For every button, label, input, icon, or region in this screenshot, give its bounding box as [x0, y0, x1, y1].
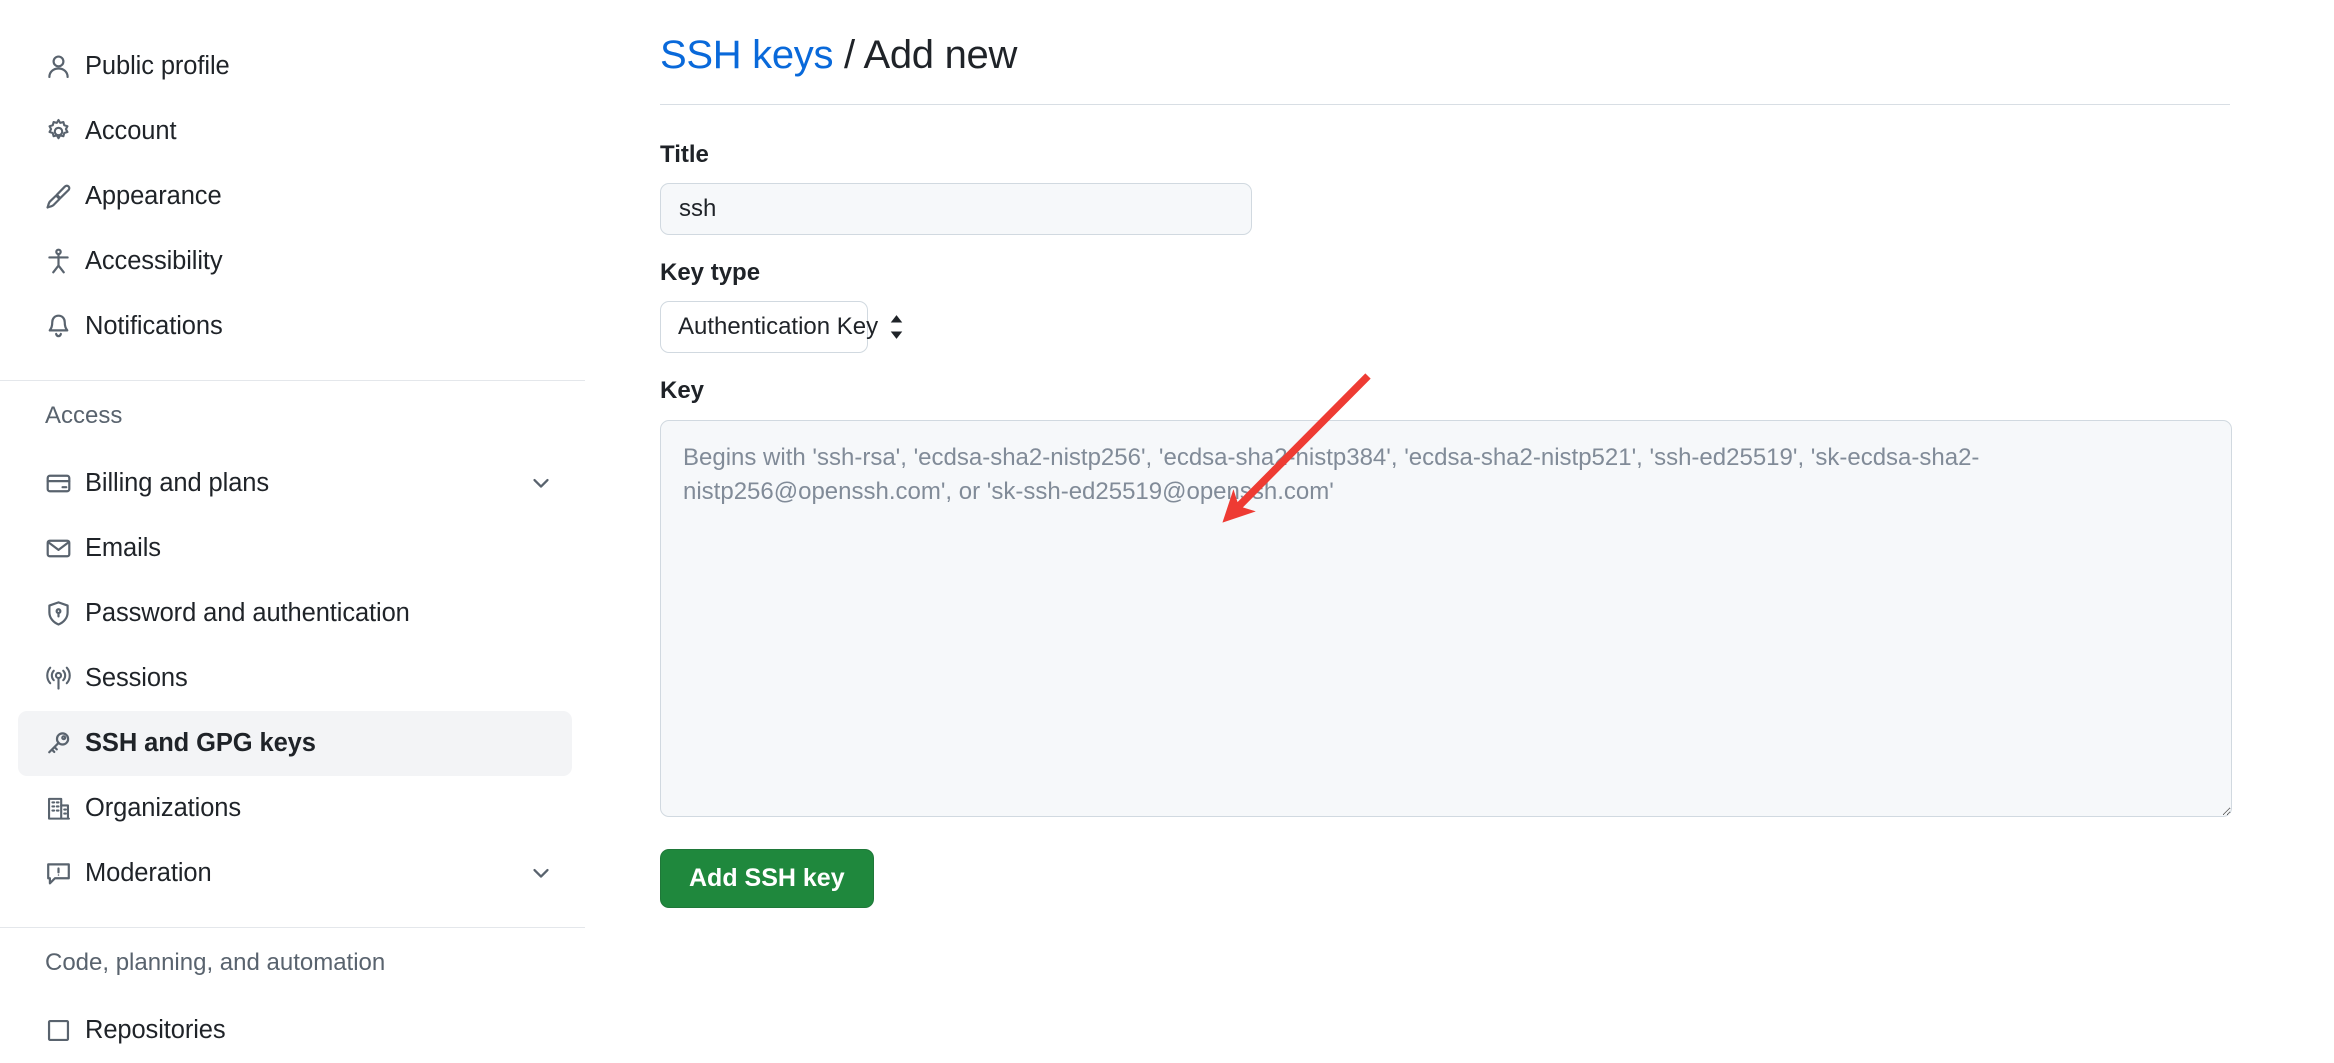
sidebar-divider-2 — [0, 926, 585, 928]
key-icon — [45, 730, 81, 757]
heading-divider — [660, 104, 2230, 105]
sidebar-item-label: Appearance — [85, 182, 222, 211]
sidebar-item-label: Moderation — [85, 859, 212, 887]
breadcrumb-ssh-keys-link[interactable]: SSH keys — [660, 33, 834, 77]
page-title: SSH keys / Add new — [660, 30, 2230, 104]
report-icon — [45, 860, 81, 887]
sidebar-item-label: Repositories — [85, 1015, 226, 1044]
submit-row: Add SSH key — [660, 848, 2230, 908]
sidebar-primary-group: Public profile Account Appearance Access… — [0, 34, 590, 359]
sidebar-access-group: Billing and plans Emails Password and au… — [0, 451, 590, 906]
settings-sidebar: Public profile Account Appearance Access… — [0, 0, 590, 1047]
key-type-field-block: Key type Authentication Key — [660, 257, 2230, 354]
key-type-field-label: Key type — [660, 259, 761, 287]
sidebar-item-public-profile[interactable]: Public profile — [18, 34, 572, 99]
sidebar-item-organizations[interactable]: Organizations — [18, 776, 572, 841]
title-field-label: Title — [660, 141, 709, 168]
key-field-block: Key — [660, 375, 2232, 817]
sidebar-item-label: Billing and plans — [85, 469, 270, 497]
sidebar-section-code-title: Code, planning, and automation — [45, 948, 386, 976]
sort-arrows-icon — [888, 314, 905, 340]
sidebar-divider-1 — [0, 380, 585, 381]
broadcast-icon — [45, 665, 81, 692]
key-type-select[interactable]: Authentication Key — [660, 301, 903, 354]
mail-icon — [45, 535, 81, 562]
sidebar-item-emails[interactable]: Emails — [18, 516, 572, 581]
sidebar-item-ssh-and-gpg-keys[interactable]: SSH and GPG keys — [18, 710, 572, 776]
sidebar-item-billing-and-plans[interactable]: Billing and plans — [18, 451, 572, 516]
organization-icon — [45, 795, 81, 822]
settings-page: Public profile Account Appearance Access… — [0, 0, 2334, 1047]
person-icon — [45, 53, 81, 80]
chevron-down-icon[interactable] — [528, 860, 554, 886]
sidebar-item-label: SSH and GPG keys — [85, 729, 316, 757]
sidebar-item-repositories[interactable]: Repositories — [18, 998, 572, 1063]
breadcrumb-current: Add new — [863, 33, 1018, 77]
sidebar-item-label: Sessions — [85, 664, 188, 692]
credit-card-icon — [45, 470, 81, 497]
add-ssh-key-button[interactable]: Add SSH key — [660, 848, 874, 908]
sidebar-item-sessions[interactable]: Sessions — [18, 646, 572, 711]
sidebar-item-account[interactable]: Account — [18, 99, 572, 164]
gear-icon — [45, 118, 81, 145]
bell-icon — [45, 313, 81, 340]
shield-lock-icon — [45, 600, 81, 627]
sidebar-item-label: Accessibility — [85, 247, 223, 276]
key-type-selected-value: Authentication Key — [678, 313, 879, 341]
title-field-block: Title — [660, 139, 2230, 236]
sidebar-item-moderation[interactable]: Moderation — [18, 841, 572, 906]
sidebar-code-group: Repositories — [0, 998, 590, 1063]
key-textarea[interactable] — [660, 419, 2232, 817]
sidebar-item-label: Password and authentication — [85, 599, 410, 627]
key-field-label: Key — [660, 377, 705, 405]
accessibility-icon — [45, 248, 81, 275]
sidebar-item-accessibility[interactable]: Accessibility — [18, 229, 572, 294]
sidebar-item-label: Public profile — [85, 52, 230, 81]
sidebar-item-label: Account — [85, 117, 177, 146]
main-content: SSH keys / Add new Title Key type Authen… — [590, 0, 2334, 1047]
title-input[interactable] — [660, 183, 1252, 236]
repo-icon — [45, 1017, 81, 1044]
chevron-down-icon[interactable] — [528, 470, 554, 496]
sidebar-item-label: Organizations — [85, 794, 242, 822]
breadcrumb-separator: / — [844, 33, 855, 77]
paintbrush-icon — [45, 183, 81, 210]
sidebar-item-password-and-authentication[interactable]: Password and authentication — [18, 581, 572, 646]
sidebar-item-appearance[interactable]: Appearance — [18, 164, 572, 229]
sidebar-item-label: Notifications — [85, 312, 223, 341]
sidebar-section-access-title: Access — [45, 402, 123, 429]
sidebar-item-notifications[interactable]: Notifications — [18, 294, 572, 359]
sidebar-item-label: Emails — [85, 534, 161, 562]
